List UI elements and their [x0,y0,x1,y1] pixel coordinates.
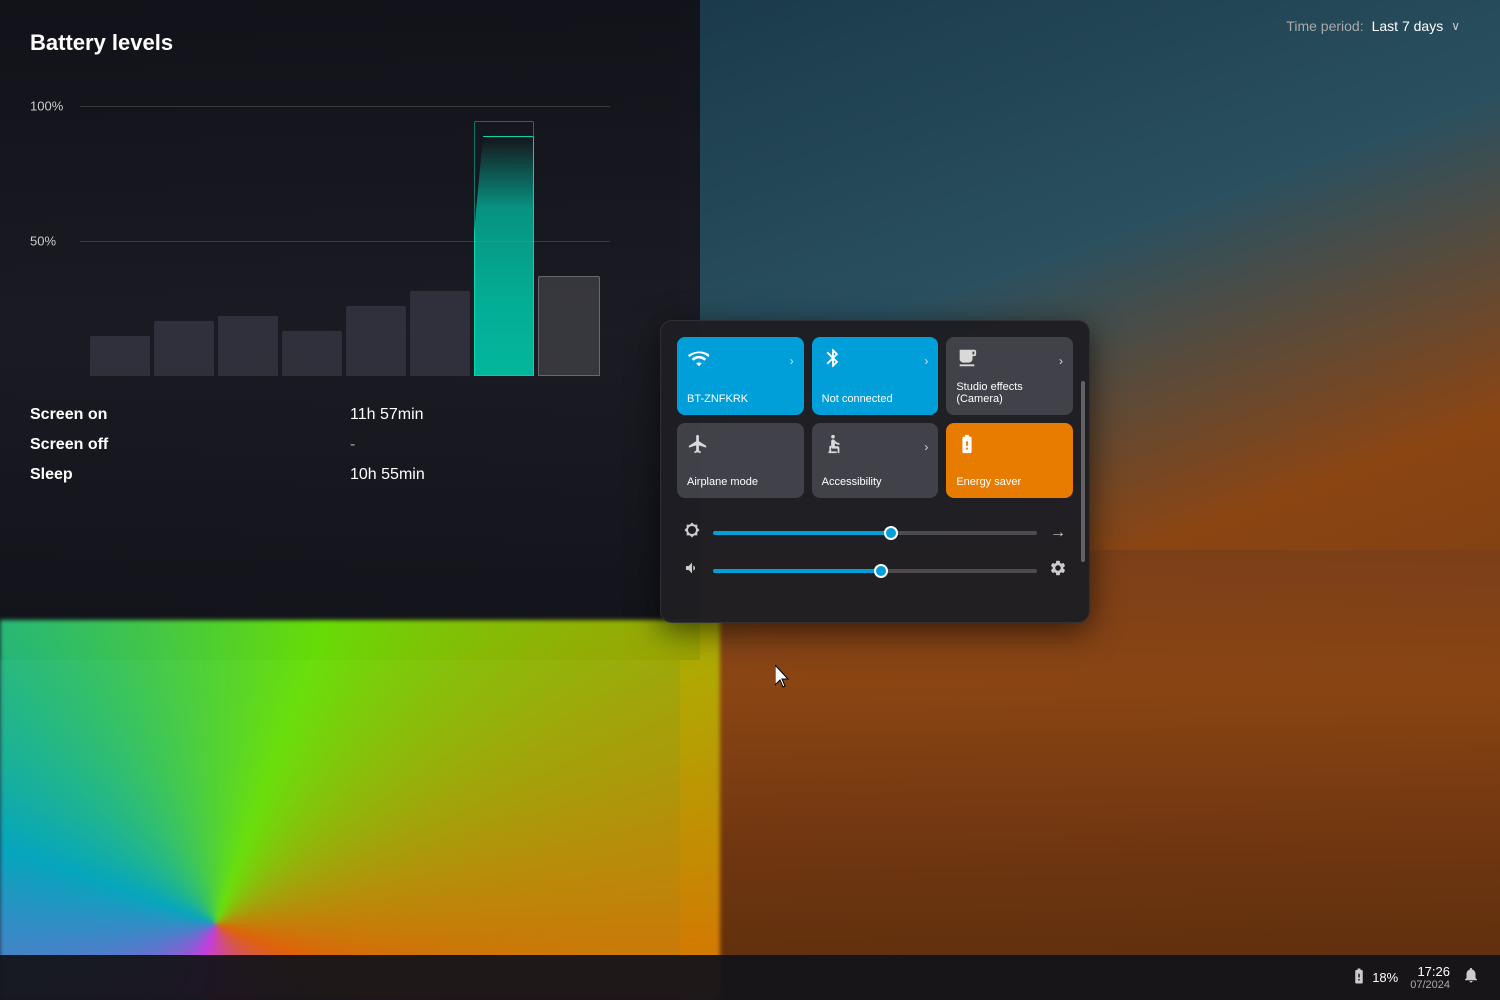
chart-bar-2 [154,321,214,376]
accessibility-icon [822,433,844,461]
sliders-section: → [677,514,1073,606]
studio-chevron-icon: › [1059,354,1063,368]
energy-label: Energy saver [956,476,1021,488]
stat-label-screen-on: Screen on [30,406,230,424]
taskbar-battery: 18% [1350,967,1398,988]
brightness-arrow-icon: → [1047,524,1069,542]
toggle-wifi-top: › [687,347,794,375]
toggle-energy[interactable]: Energy saver [946,423,1073,498]
toggle-energy-top [956,433,1063,461]
access-chevron-icon: › [924,440,928,454]
taskbar-date-value: 07/2024 [1410,979,1450,991]
toggle-airplane[interactable]: Airplane mode [677,423,804,498]
taskbar-time-value: 17:26 [1410,964,1450,979]
volume-icon [681,560,703,581]
stat-row-screen-off: Screen off - [30,436,650,454]
background-colorful [0,620,720,1000]
notification-bell-icon[interactable] [1462,966,1480,989]
panel-scrollbar[interactable] [1081,381,1085,562]
accessibility-label: Accessibility [822,476,882,488]
chart-bar-6 [410,291,470,376]
stat-value-sleep: 10h 55min [350,466,425,484]
chart-bar-8 [538,276,600,376]
stat-label-screen-off: Screen off [30,436,230,454]
time-period-label: Time period: [1286,18,1363,34]
toggle-airplane-top [687,433,794,461]
bt-label: Not connected [822,393,893,405]
chart-bar-teal-border [474,121,534,376]
taskbar: 18% 17:26 07/2024 [0,955,1500,1000]
chart-bar-1 [90,336,150,376]
chart-label-100: 100% [30,99,63,114]
wifi-label: BT-ZNFKRK [687,393,748,405]
brightness-thumb[interactable] [884,526,898,540]
chevron-down-icon: ∨ [1451,19,1460,33]
chart-bar-4 [282,331,342,376]
battery-section: Battery levels 100% 50% Screen on [0,0,680,660]
stat-value-screen-on: 11h 57min [350,406,424,424]
brightness-fill [713,531,891,535]
brightness-icon [681,522,703,543]
time-period-value: Last 7 days [1372,18,1444,34]
airplane-icon [687,433,709,461]
bt-chevron-icon: › [924,354,928,368]
toggle-bluetooth[interactable]: › Not connected [812,337,939,415]
energy-icon [956,433,978,461]
volume-fill [713,569,881,573]
toggle-grid: › BT-ZNFKRK › Not connected [677,337,1073,498]
bluetooth-icon [822,347,844,375]
chart-bar-3 [218,316,278,376]
stat-value-screen-off: - [350,436,355,454]
brightness-track[interactable] [713,531,1037,535]
toggle-bt-top: › [822,347,929,375]
toggle-studio-top: › [956,347,1063,375]
toggle-wifi[interactable]: › BT-ZNFKRK [677,337,804,415]
studio-label: Studio effects (Camera) [956,381,1063,405]
volume-thumb[interactable] [874,564,888,578]
screen-stats: Screen on 11h 57min Screen off - Sleep 1… [30,406,650,484]
chart-label-50: 50% [30,234,56,249]
battery-chart: 100% 50% [30,76,610,376]
battery-percent: 18% [1372,970,1398,985]
stat-row-screen-on: Screen on 11h 57min [30,406,650,424]
toggle-studio[interactable]: › Studio effects (Camera) [946,337,1073,415]
wifi-icon [687,347,709,375]
taskbar-clock: 17:26 07/2024 [1410,964,1450,991]
stat-row-sleep: Sleep 10h 55min [30,466,650,484]
chart-bars [80,76,610,376]
toggle-accessibility[interactable]: › Accessibility [812,423,939,498]
airplane-label: Airplane mode [687,476,758,488]
toggle-access-top: › [822,433,929,461]
brightness-slider-row: → [681,522,1069,543]
wifi-chevron-icon: › [790,354,794,368]
page-title: Battery levels [30,30,650,56]
quick-settings-panel: › BT-ZNFKRK › Not connected [660,320,1090,623]
battery-charge-icon [1350,967,1368,988]
volume-slider-row [681,559,1069,582]
chart-bar-5 [346,306,406,376]
gear-icon[interactable] [1047,559,1069,582]
time-period-selector[interactable]: Time period: Last 7 days ∨ [1286,18,1460,34]
volume-track[interactable] [713,569,1037,573]
studio-icon [956,347,978,375]
stat-label-sleep: Sleep [30,466,230,484]
